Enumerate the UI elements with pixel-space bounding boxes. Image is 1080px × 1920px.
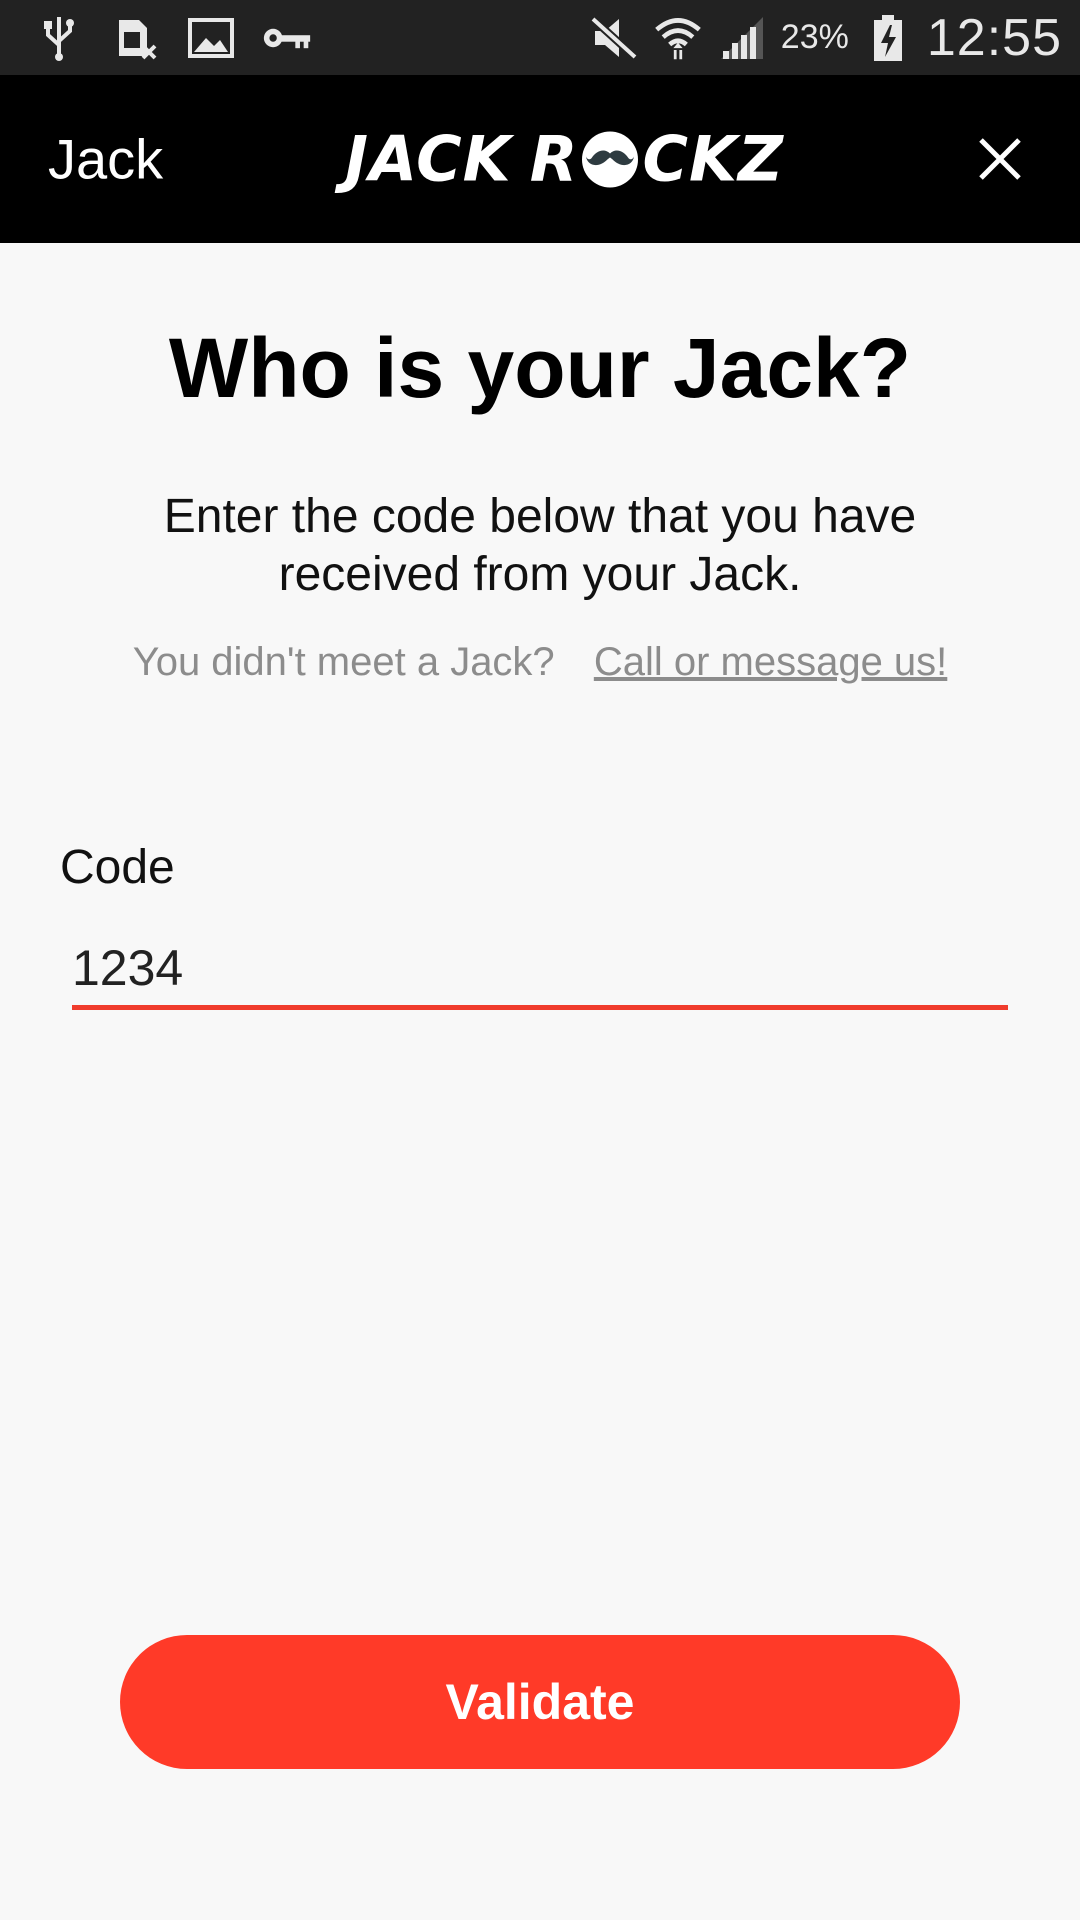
logo-text-ckz: CKZ	[642, 122, 784, 196]
contact-line: You didn't meet a Jack? Call or message …	[0, 640, 1080, 685]
app-bar: Jack JACK R CKZ	[0, 75, 1080, 243]
mute-icon	[589, 13, 639, 63]
battery-percent: 23%	[780, 18, 849, 56]
close-icon	[979, 138, 1021, 180]
battery-charging-icon	[863, 13, 913, 63]
usb-icon	[34, 13, 84, 63]
app-bar-title: Jack	[48, 127, 164, 191]
logo-text-r: R	[529, 122, 579, 196]
logo-text-left: JACK	[345, 122, 512, 196]
wifi-icon	[653, 13, 703, 63]
sim-card-x-icon	[110, 13, 160, 63]
status-bar: 23% 12:55	[0, 0, 1080, 75]
image-icon	[186, 13, 236, 63]
page-title: Who is your Jack?	[168, 321, 912, 415]
jack-rockz-logo: JACK R CKZ	[345, 123, 784, 196]
clock: 12:55	[926, 8, 1062, 67]
code-label: Code	[60, 841, 175, 894]
instructions-text: Enter the code below that you have recei…	[163, 490, 917, 601]
code-input[interactable]	[72, 930, 1008, 1010]
contact-question: You didn't meet a Jack?	[132, 640, 555, 684]
contact-link[interactable]: Call or message us!	[594, 640, 947, 684]
signal-icon	[717, 13, 767, 63]
validate-button[interactable]: Validate	[120, 1635, 960, 1769]
key-icon	[262, 13, 312, 63]
mustache-icon	[582, 131, 639, 187]
close-button[interactable]	[970, 129, 1030, 189]
